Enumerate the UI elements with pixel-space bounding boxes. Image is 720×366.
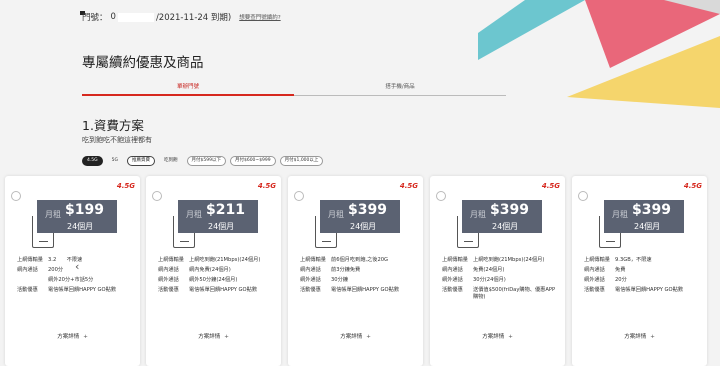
- plus-icon: +: [650, 334, 655, 340]
- price-prefix: 月租: [45, 210, 61, 219]
- detail-row: 網外通話 30分(24個月): [442, 277, 506, 283]
- detail-row: 上網傳輸量 9.3GB，不限速: [584, 257, 652, 263]
- tab-sim-only[interactable]: 單辦門號: [82, 80, 294, 94]
- detail-row: 上網傳輸量 前6個月吃到飽,之後20G: [300, 257, 389, 263]
- network-badge: 4.5G: [399, 182, 418, 190]
- plan-details: 上網傳輸量 上網吃到飽(21Mbps)(24個月) 網內通話 網內免費(24個月) …: [158, 257, 276, 297]
- plan-details: 上網傳輸量 上網吃到飽(21Mbps)(24個月) 網內通話 免費(24個月) 網外…: [442, 257, 560, 304]
- section-title: 專屬續約優惠及商品: [82, 55, 204, 71]
- contract-duration: 24個月: [350, 222, 377, 231]
- plus-icon: +: [224, 334, 229, 340]
- plan-card[interactable]: 4.5G 月租 $399 24個月 上網傳輸量 9.3GB，不限速 網內通話 免費 …: [572, 176, 707, 366]
- network-badge: 4.5G: [116, 182, 135, 190]
- detail-row: 網外通話 30分鐘: [300, 277, 348, 283]
- plan-details-link[interactable]: 方案詳情 +: [288, 332, 423, 340]
- phone-number-row: 門號： 0 /2021-11-24 到期) 想要查門號續約?: [82, 11, 281, 23]
- plan-details: 上網傳輸量 前6個月吃到飽,之後20G 網內通話 前3分鐘免費 網外通話 30分鐘 活…: [300, 257, 418, 297]
- plan-details-link[interactable]: 方案詳情 +: [146, 332, 281, 340]
- detail-row: 網外通話 20分: [584, 277, 627, 283]
- filter-over-1000[interactable]: 月付$1,000以上: [279, 156, 324, 166]
- plus-icon: +: [508, 334, 513, 340]
- filter-under-599[interactable]: 月付$599以下: [186, 156, 226, 166]
- detail-row: 活動優惠 電信帳單回饋HAPPY GO點數: [17, 287, 117, 293]
- detail-row: 上網傳輸量 上網吃到飽(21Mbps)(24個月): [158, 257, 261, 263]
- price-amount: $199: [65, 202, 104, 218]
- filter-4-5g[interactable]: 4.5G: [82, 156, 103, 166]
- price-prefix: 月租: [470, 210, 486, 219]
- price-box: 月租 $199 24個月: [37, 200, 117, 233]
- plan-card[interactable]: 4.5G 月租 $399 24個月 上網傳輸量 上網吃到飽(21Mbps)(24個…: [430, 176, 565, 366]
- detail-row: 網內通話 前3分鐘免費: [300, 267, 361, 273]
- price-amount: $211: [206, 202, 245, 218]
- price-box: 月租 $211 24個月: [178, 200, 258, 233]
- detail-row: 活動優惠 電信帳單回饋HAPPY GO點數: [158, 287, 258, 293]
- plan-subtitle: 吃到飽吃不飽這裡都有: [82, 136, 152, 144]
- filter-unlimited[interactable]: 吃到飽: [159, 156, 183, 166]
- detail-row: 網內通話 免費(24個月): [442, 267, 505, 273]
- number-label: 門號：: [82, 13, 108, 23]
- detail-row: 網外20分+市話5分: [48, 277, 94, 283]
- contract-duration: 24個月: [67, 222, 94, 231]
- price-prefix: 月租: [186, 210, 202, 219]
- network-badge: 4.5G: [257, 182, 276, 190]
- tab-bar: 單辦門號 搭手機/商品: [82, 80, 506, 98]
- detail-row: 網內通話 網內免費(24個月): [158, 267, 231, 273]
- tab-with-device[interactable]: 搭手機/商品: [294, 80, 506, 94]
- detail-row: 網外通話 網外50分鐘(24個月): [158, 277, 238, 283]
- detail-row: 活動優惠 電信帳單回饋HAPPY GO點數: [584, 287, 684, 293]
- number-expiry: /2021-11-24 到期): [155, 13, 232, 23]
- plan-radio[interactable]: [152, 191, 162, 201]
- filter-5g[interactable]: 5G: [107, 156, 123, 166]
- forgot-number-link[interactable]: 想要查門號續約?: [239, 13, 280, 21]
- carousel-prev-icon[interactable]: ‹: [75, 260, 79, 273]
- detail-row: 活動優惠 電信帳單回饋HAPPY GO點數: [300, 287, 400, 293]
- plan-radio[interactable]: [11, 191, 21, 201]
- contract-duration: 24個月: [208, 222, 235, 231]
- number-prefix: 0: [110, 12, 116, 22]
- price-amount: $399: [348, 202, 387, 218]
- detail-row: 活動優惠 送價值$500(friDay購物、優惠APP購物): [442, 287, 556, 300]
- plan-details-link[interactable]: 方案詳情 +: [430, 332, 565, 340]
- plan-radio[interactable]: [578, 191, 588, 201]
- detail-row: 網內通話 免費: [584, 267, 626, 273]
- price-box: 月租 $399 24個月: [320, 200, 400, 233]
- contract-duration: 24個月: [634, 222, 661, 231]
- plan-details-link[interactable]: 方案詳情 +: [5, 332, 140, 340]
- plan-details-link[interactable]: 方案詳情 +: [572, 332, 707, 340]
- plan-radio[interactable]: [294, 191, 304, 201]
- plan-details: 上網傳輸量 9.3GB，不限速 網內通話 免費 網外通話 20分 活動優惠 電信帳單回饋…: [584, 257, 702, 297]
- price-box: 月租 $399 24個月: [604, 200, 684, 233]
- price-box: 月租 $399 24個月: [462, 200, 542, 233]
- plus-icon: +: [83, 334, 88, 340]
- number-mask: [117, 12, 154, 22]
- detail-row: 上網傳輸量 上網吃到飽(21Mbps)(24個月): [442, 257, 545, 263]
- contract-duration: 24個月: [492, 222, 519, 231]
- filter-recommended[interactable]: 推薦資費: [127, 156, 156, 166]
- active-tab-indicator: [82, 94, 294, 96]
- filter-chips: 4.5G 5G 推薦資費 吃到飽 月付$599以下 月付$600~$999 月付…: [82, 156, 324, 166]
- tab-divider: [294, 94, 506, 96]
- plan-card[interactable]: 4.5G 月租 $199 24個月 上網傳輸量 3.2 不限速 網內通話 200分 …: [5, 176, 140, 366]
- price-prefix: 月租: [328, 210, 344, 219]
- plan-card[interactable]: 4.5G 月租 $399 24個月 上網傳輸量 前6個月吃到飽,之後20G 網內通…: [288, 176, 423, 366]
- network-badge: 4.5G: [541, 182, 560, 190]
- header-ellipsis: [80, 0, 94, 15]
- plan-card[interactable]: 4.5G 月租 $211 24個月 上網傳輸量 上網吃到飽(21Mbps)(24個…: [146, 176, 281, 366]
- filter-600-999[interactable]: 月付$600~$999: [229, 156, 276, 166]
- network-badge: 4.5G: [683, 182, 702, 190]
- plan-radio[interactable]: [436, 191, 446, 201]
- plan-card-list: 4.5G 月租 $199 24個月 上網傳輸量 3.2 不限速 網內通話 200分 …: [5, 176, 720, 366]
- plan-title: 1.資費方案: [82, 118, 144, 133]
- price-amount: $399: [490, 202, 529, 218]
- plus-icon: +: [366, 334, 371, 340]
- price-prefix: 月租: [612, 210, 628, 219]
- price-amount: $399: [632, 202, 671, 218]
